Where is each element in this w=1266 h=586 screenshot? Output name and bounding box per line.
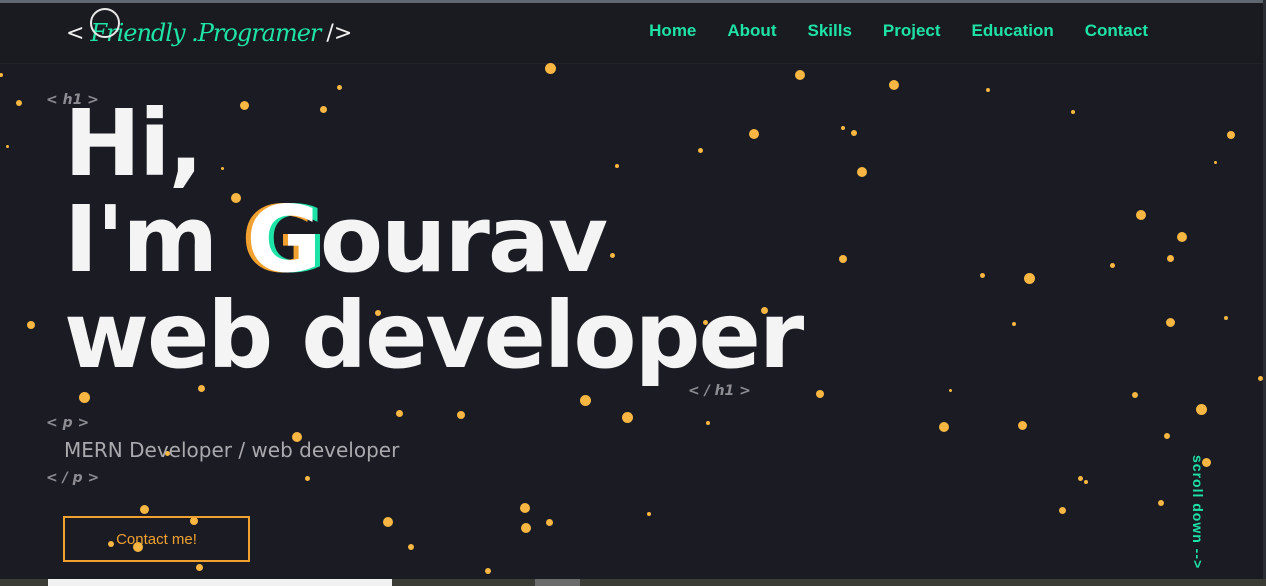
particle-dot	[1177, 232, 1187, 242]
particle-dot	[304, 475, 310, 481]
particle-dot	[521, 523, 531, 533]
particle-dot	[706, 421, 710, 425]
particle-dot	[1071, 110, 1075, 114]
particle-dot	[1058, 506, 1066, 514]
particle-dot	[1158, 500, 1164, 506]
particle-dot	[795, 70, 805, 80]
logo-open-bracket: <	[66, 20, 85, 46]
h1-close-tag: < / h1 >	[688, 383, 751, 399]
next-section-card	[48, 579, 392, 586]
particle-dot	[841, 126, 845, 130]
navbar: < Friendly .Programer /> Home About Skil…	[0, 3, 1263, 64]
particle-dot	[1023, 272, 1035, 284]
p-close-tag: < / p >	[46, 470, 100, 486]
particle-dot	[27, 321, 35, 329]
particle-dot	[1109, 262, 1115, 268]
particle-dot	[939, 422, 949, 432]
hero-role: web developer	[64, 282, 804, 389]
main-nav: Home About Skills Project Education Cont…	[649, 21, 1148, 41]
particle-dot	[1164, 433, 1170, 439]
particle-dot	[78, 391, 90, 403]
hero-initial-letter: G	[246, 186, 322, 293]
logo-close-bracket: />	[326, 20, 353, 46]
custom-cursor	[90, 8, 120, 38]
particle-dot	[1165, 317, 1175, 327]
particle-dot	[816, 390, 824, 398]
particle-dot	[986, 88, 990, 92]
particle-dot	[395, 409, 403, 417]
nav-project[interactable]: Project	[883, 21, 941, 41]
particle-dot	[457, 411, 465, 419]
hero-intro-prefix: I'm	[64, 186, 247, 293]
particle-dot	[1227, 131, 1235, 139]
particle-dot	[647, 512, 651, 516]
particle-dot	[948, 388, 952, 392]
nav-education[interactable]: Education	[972, 21, 1054, 41]
particle-dot	[1077, 475, 1083, 481]
particle-dot	[851, 130, 857, 136]
logo-name: Friendly .Programer	[90, 19, 321, 47]
particle-dot	[195, 563, 203, 571]
scroll-down-link[interactable]: scroll down -->	[1190, 455, 1206, 569]
particle-dot	[485, 568, 491, 574]
particle-dot	[1224, 316, 1228, 320]
hero-intro: I'm Gourav	[64, 192, 802, 288]
hero-greeting: Hi,	[64, 90, 203, 197]
particle-dot	[1166, 254, 1174, 262]
particle-dot	[545, 518, 553, 526]
nav-about[interactable]: About	[727, 21, 776, 41]
particle-dot	[1213, 160, 1217, 164]
particle-dot	[139, 504, 149, 514]
particle-dot	[383, 517, 393, 527]
particle-dot	[1136, 210, 1146, 220]
particle-dot	[1017, 420, 1027, 430]
hero-heading: Hi, I'm Gourav web developer	[64, 90, 804, 389]
contact-me-button[interactable]: Contact me!	[63, 516, 250, 562]
nav-contact[interactable]: Contact	[1085, 21, 1148, 41]
particle-dot	[408, 544, 414, 550]
hero-subtitle: MERN Developer / web developer	[64, 438, 400, 462]
particle-dot	[5, 144, 9, 148]
particle-dot	[1195, 403, 1207, 415]
p-open-tag: < p >	[46, 415, 90, 431]
particle-dot	[1084, 480, 1088, 484]
particle-dot	[979, 272, 985, 278]
particle-dot	[889, 80, 899, 90]
particle-dot	[544, 62, 556, 74]
particle-dot	[1132, 392, 1138, 398]
particle-dot	[520, 503, 530, 513]
particle-dot	[16, 100, 22, 106]
particle-dot	[1012, 322, 1016, 326]
next-section-mark	[535, 579, 580, 586]
particle-dot	[1257, 375, 1263, 381]
particle-dot	[839, 255, 847, 263]
nav-skills[interactable]: Skills	[807, 21, 851, 41]
particle-dot	[857, 167, 867, 177]
particle-dot	[0, 73, 3, 77]
particle-dot	[621, 411, 633, 423]
nav-home[interactable]: Home	[649, 21, 696, 41]
particle-dot	[579, 394, 591, 406]
hero-intro-rest: ourav	[319, 186, 608, 293]
particle-dot	[336, 84, 342, 90]
